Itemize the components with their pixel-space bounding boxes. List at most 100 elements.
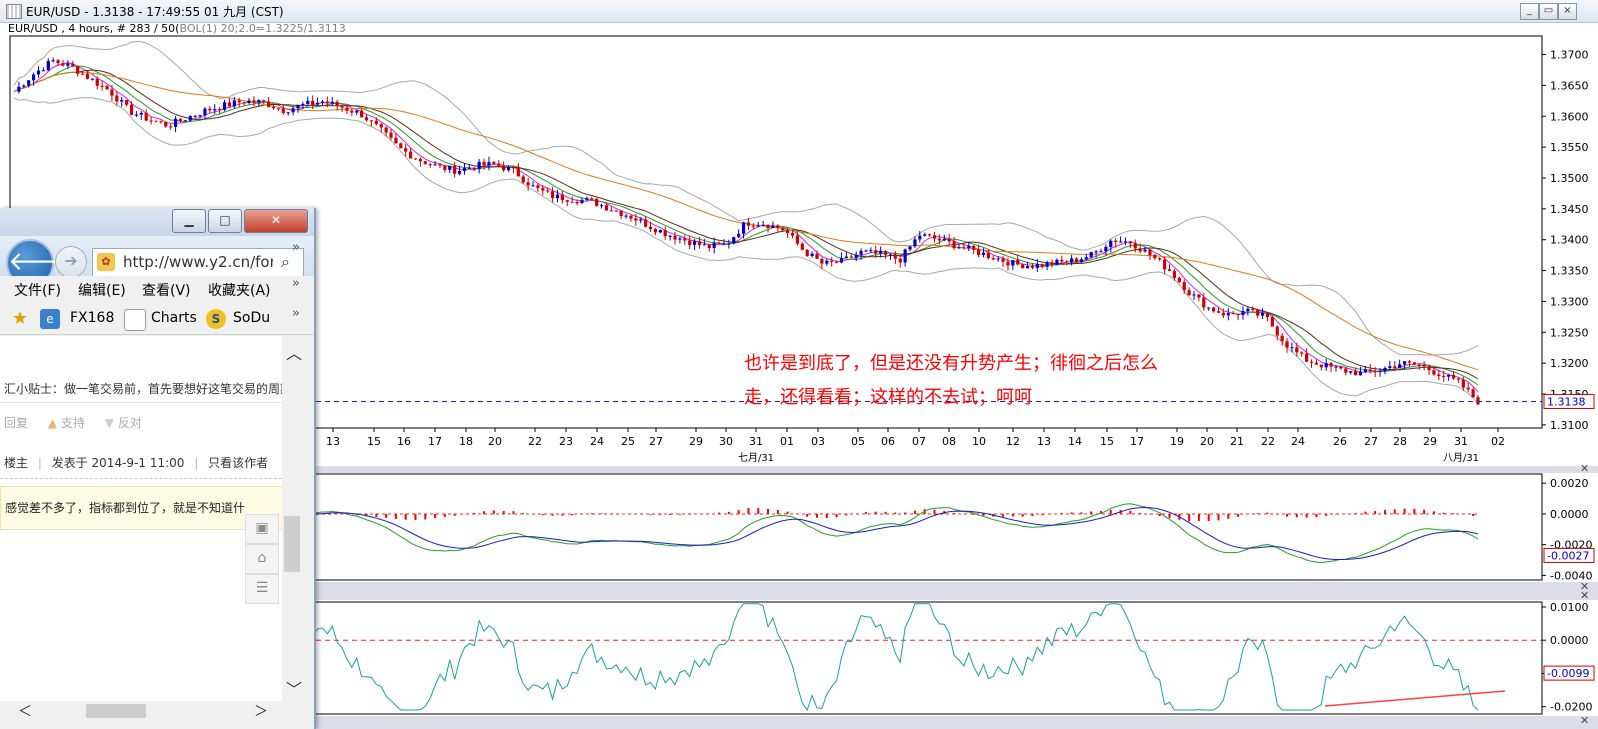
scroll-up-icon[interactable]: ︿	[286, 340, 302, 364]
browser-minimize-button[interactable]: ▁	[172, 209, 206, 233]
candle-body	[232, 100, 236, 107]
candle-body	[183, 120, 187, 122]
oppose-link[interactable]: 反对	[118, 416, 142, 430]
scroll-down-icon[interactable]: ﹀	[286, 676, 302, 700]
candle-body	[1246, 308, 1250, 312]
candle-body	[1138, 248, 1142, 252]
to-top-icon[interactable]: ⌂	[245, 544, 279, 574]
panel-close-icon[interactable]: ✕	[1580, 714, 1589, 727]
macd-histogram-bar	[747, 508, 750, 514]
candle-body	[85, 73, 90, 79]
candle-body	[1065, 261, 1069, 263]
macd-histogram-bar	[835, 513, 838, 518]
candle-body	[1016, 260, 1020, 265]
reply-link[interactable]: 回复	[4, 416, 28, 430]
candle-body	[198, 115, 202, 117]
macd-current-label: -0.0027	[1547, 549, 1589, 562]
candle-body	[692, 241, 697, 246]
only-author-link[interactable]: 只看该作者	[208, 456, 268, 470]
candle-body	[639, 219, 643, 221]
scroll-left-icon[interactable]: ＜	[18, 701, 32, 721]
candle-body	[629, 215, 633, 219]
candle-body	[1349, 371, 1353, 373]
candle-body	[1476, 397, 1480, 405]
candle-body	[252, 100, 256, 103]
candle-body	[942, 238, 946, 241]
page-icon	[124, 309, 146, 331]
candle-body	[487, 162, 491, 166]
divider	[0, 478, 282, 479]
nav-more-chevron-icon[interactable]: »	[292, 240, 300, 255]
vertical-scrollbar[interactable]: ︿ ﹀	[282, 336, 302, 701]
macd-histogram-bar	[972, 513, 975, 515]
favorites-star-icon[interactable]: ★	[10, 309, 30, 329]
candle-body	[644, 219, 648, 227]
comment-icon[interactable]: ▣	[245, 514, 279, 544]
price-axis: 1.3700 1.3650 1.3600 1.3550 1.3500 1.3450 1.34…	[1542, 49, 1595, 432]
macd-histogram-bar	[933, 509, 936, 514]
macd-histogram-bar	[1041, 513, 1044, 516]
menu-more-chevron-icon[interactable]: »	[292, 276, 300, 291]
url-text[interactable]: http://www.y2.cn/forum	[123, 253, 273, 271]
fav-sodu[interactable]: SoDu	[233, 310, 270, 326]
menu-view[interactable]: 查看(V)	[142, 280, 191, 300]
candle-body	[996, 258, 1000, 260]
search-icon[interactable]: ⌕	[281, 252, 290, 272]
candle-body	[595, 198, 599, 206]
browser-close-button[interactable]: ✕	[244, 209, 308, 233]
macd-histogram-bar	[825, 513, 828, 519]
fav-more-chevron-icon[interactable]: »	[292, 306, 300, 321]
candle-body	[306, 100, 310, 105]
candle-body	[893, 254, 897, 259]
macd-histogram-bar	[375, 513, 378, 517]
candle-body	[541, 188, 545, 191]
candle-body	[1334, 366, 1338, 368]
horizontal-scrollbar[interactable]: ＜ ＞	[0, 701, 282, 721]
macd-histogram-bar	[767, 508, 770, 514]
time-tick-label: 31	[749, 435, 763, 448]
support-link[interactable]: 支持	[61, 416, 85, 430]
candle-body	[1045, 262, 1049, 267]
menu-edit[interactable]: 编辑(E)	[78, 280, 126, 300]
fav-fx168[interactable]: FX168	[70, 310, 114, 326]
candle-body	[120, 100, 124, 102]
menu-file[interactable]: 文件(F)	[14, 280, 61, 300]
candle-body	[1295, 347, 1299, 353]
macd-histogram-bar	[600, 513, 603, 514]
candle-body	[139, 112, 143, 115]
time-tick-label: 29	[1423, 435, 1437, 448]
candle-body	[76, 66, 80, 74]
support-icon: ▲	[47, 416, 58, 430]
browser-restore-button[interactable]: □	[208, 209, 242, 233]
candle-body	[536, 185, 540, 189]
candle-body	[1079, 259, 1083, 263]
candle-body	[379, 124, 383, 128]
panel-close-icon[interactable]: ✕	[1580, 462, 1589, 475]
macd-histogram-bar	[678, 513, 681, 515]
forward-arrow-icon[interactable]: ➔	[55, 246, 87, 278]
scroll-thumb[interactable]	[284, 516, 300, 572]
fav-charts[interactable]: Charts	[151, 310, 197, 326]
list-icon[interactable]: ☰	[245, 574, 279, 604]
hscroll-thumb[interactable]	[86, 704, 146, 718]
candle-body	[22, 85, 26, 87]
macd-histogram-bar	[434, 513, 437, 519]
time-tick-label: 22	[1261, 435, 1275, 448]
candle-body	[688, 240, 692, 246]
candle-body	[433, 164, 437, 166]
candle-body	[648, 226, 653, 229]
candle-body	[1275, 326, 1279, 336]
macd-histogram-bar	[737, 510, 740, 514]
macd-histogram-bar	[1139, 512, 1142, 514]
sodu-icon: S	[206, 309, 226, 329]
macd-histogram-bar	[1295, 513, 1298, 518]
time-tick-label: 10	[972, 435, 986, 448]
scroll-right-icon[interactable]: ＞	[254, 701, 268, 721]
menu-favorites[interactable]: 收藏夹(A)	[208, 280, 271, 300]
candle-body	[707, 244, 711, 249]
macd-histogram-bar	[1188, 513, 1191, 522]
address-bar[interactable]: ✿ http://www.y2.cn/forum ⌕	[92, 248, 304, 278]
macd-histogram-bar	[532, 513, 535, 515]
separator: |	[194, 456, 199, 470]
candle-body	[1378, 370, 1382, 373]
